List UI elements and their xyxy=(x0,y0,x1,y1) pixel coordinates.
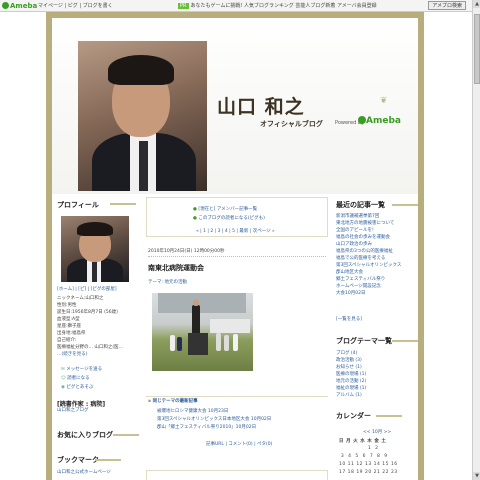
send-message-link[interactable]: ✉ メッセージを送る xyxy=(61,366,102,373)
recent-more-link[interactable]: [一覧を見る] xyxy=(336,316,362,323)
theme-link[interactable]: 政治活動 (3) xyxy=(336,357,362,364)
book-link[interactable]: 山口和之ブログ xyxy=(57,407,89,414)
calendar-weekdays: 日 月 火 水 木 金 土 xyxy=(339,439,387,444)
ameba-logo[interactable]: Ameba xyxy=(2,0,37,11)
vertical-scrollbar[interactable]: ▲ ▼ xyxy=(472,0,480,480)
pig-link[interactable]: ◉ ピグとあそぶ xyxy=(61,384,93,391)
heading-ornament xyxy=(113,432,139,436)
heading-ornament xyxy=(95,457,121,461)
recent-post-link[interactable]: 第3回スペシャルオリンピックス xyxy=(336,262,401,269)
calendar-week[interactable]: 1 2 xyxy=(339,446,379,451)
recent-post-link[interactable]: 全国のアピールを! xyxy=(336,227,374,234)
theme-link[interactable]: お知らせ (1) xyxy=(336,364,362,371)
divider xyxy=(148,256,326,257)
ameba-top-bar: Ameba マイページ | ピグ | ブログを書く PR あなたもゲームに挑戦! … xyxy=(0,0,472,12)
heading-ornament xyxy=(392,338,418,342)
calendar-heading: カレンダー xyxy=(336,412,371,420)
post-title[interactable]: 南東北病院運動会 xyxy=(148,263,204,273)
header-ornament-icon: ❦ xyxy=(380,96,388,106)
calendar-week[interactable]: 3 4 5 6 7 8 9 xyxy=(339,454,388,459)
recent-post-link[interactable]: 郷土フェスティバル祭り xyxy=(336,276,385,283)
pig-icon: ◉ xyxy=(61,385,65,390)
header-portrait-photo xyxy=(78,41,207,191)
reader-icon: ● xyxy=(193,216,197,221)
blog-search-button[interactable]: アメブロ検索 xyxy=(428,1,466,10)
profile-line: 星座:獅子座 xyxy=(57,324,82,329)
recent-posts-heading: 最近の記事一覧 xyxy=(336,201,385,209)
profile-links[interactable]: [ホーム] | [ピ] | [ピグの部屋] xyxy=(57,286,117,293)
related-post-link[interactable]: 被爆地ヒロシマ健康大会 10月23日 xyxy=(157,408,228,415)
post-date: 2010年10月24日(日) 12時00分00秒 xyxy=(148,249,225,254)
next-post-box xyxy=(146,470,328,480)
profile-line: 血液型:A型 xyxy=(57,317,80,322)
bookmark-link[interactable]: 山口和之公式ホームページ xyxy=(57,469,111,476)
recent-post-link[interactable]: 大会10月02日 xyxy=(336,290,365,297)
blog-subtitle: オフィシャルブログ xyxy=(260,120,323,128)
heading-ornament xyxy=(392,202,418,206)
post-footer-links[interactable]: 記事URL | コメント(0) | ペタ(0) xyxy=(206,441,272,448)
promo-badge: PR xyxy=(178,3,189,9)
recent-post-link[interactable]: 福島で公的医療を考える xyxy=(336,255,385,262)
theme-link[interactable]: 地元の活動 (2) xyxy=(336,378,366,385)
recent-post-link[interactable]: 東北地方の地震被害について xyxy=(336,220,394,227)
profile-photo[interactable] xyxy=(61,216,129,282)
profile-line: 自己紹介: xyxy=(57,338,77,343)
heading-ornament xyxy=(110,201,136,205)
calendar-week[interactable]: 10 11 12 13 14 15 16 xyxy=(339,462,398,467)
related-post-link[interactable]: 郡山「郷土フェスティバル祭り2010」10月02日 xyxy=(157,424,256,431)
heading-ornament xyxy=(376,413,402,417)
calendar-week[interactable]: 17 18 19 20 21 22 23 xyxy=(339,470,398,475)
ameba-logo-icon xyxy=(2,2,9,9)
become-reader-link[interactable]: ☺ 読者になる xyxy=(61,375,90,382)
globe-icon: ● xyxy=(193,207,197,212)
profile-line: 医療福祉分野の… 山口和之(医… xyxy=(57,345,124,350)
recent-post-link[interactable]: ホームページ開設記念 xyxy=(336,283,381,290)
mail-icon: ✉ xyxy=(61,367,65,372)
ameba-header-logo[interactable]: Ameba xyxy=(358,116,401,126)
list-icon: ▪ xyxy=(148,399,152,404)
profile-heading: プロフィール xyxy=(57,201,99,209)
related-post-link[interactable]: 第3回スペシャルオリンピックス日本地区大会 10月02日 xyxy=(157,416,271,423)
reader-icon: ☺ xyxy=(61,376,66,381)
amember-list-link[interactable]: ● [現在と] アメンバー記事一覧 xyxy=(193,206,257,213)
scroll-up-arrow-icon[interactable]: ▲ xyxy=(473,0,480,8)
post-photo[interactable] xyxy=(152,293,253,371)
theme-link[interactable]: 福祉の現場 (1) xyxy=(336,385,366,392)
theme-link[interactable]: ブログ (4) xyxy=(336,350,357,357)
profile-line: 誕生日:1956年8月7日 (56歳) xyxy=(57,310,118,315)
theme-link[interactable]: アルバム (1) xyxy=(336,392,362,399)
blog-themes-heading: ブログテーマ一覧 xyxy=(336,337,392,345)
recent-post-link[interactable]: 山口ア政治の歩み xyxy=(336,241,372,248)
scrollbar-thumb[interactable] xyxy=(474,14,480,84)
top-nav-links[interactable]: マイページ | ピグ | ブログを書く xyxy=(38,0,113,11)
profile-line: ニックネーム:山口和之 xyxy=(57,296,104,301)
theme-link[interactable]: 医療の現場 (1) xyxy=(336,371,366,378)
related-heading: ▪ 同じテーマの最新記事 xyxy=(148,399,198,404)
favorite-blogs-heading: お気に入りブログ xyxy=(57,431,113,439)
ameba-logo-icon xyxy=(358,116,366,124)
reader-register-link[interactable]: ● このブログの読者になる(ピグも) xyxy=(193,215,265,222)
blog-owner-name[interactable]: 山口 和之 xyxy=(217,92,305,119)
recent-post-link[interactable]: 新潟市議補選挙第7回 xyxy=(336,213,379,220)
bookmark-heading: ブックマーク xyxy=(57,456,99,464)
profile-line: 出身地:福島県 xyxy=(57,331,86,336)
profile-line: 性別:男性 xyxy=(57,303,77,308)
pager[interactable]: « | 1 | 2 | 3 | 4 | 5 | 最新 | 次ページ » xyxy=(196,228,275,235)
scroll-down-arrow-icon[interactable]: ▼ xyxy=(473,472,480,480)
post-theme[interactable]: テーマ: 地元の活動 xyxy=(148,279,187,286)
recent-post-link[interactable]: 郡山地区大会 xyxy=(336,269,363,276)
recent-post-link[interactable]: 福島の社会の歩みを運動会 xyxy=(336,234,390,241)
profile-more-link[interactable]: …(続きを見る) xyxy=(57,351,88,358)
promo-area[interactable]: PR あなたもゲームに挑戦! 人気ブログランキング 芸能人ブログ新着 アメーバ会員… xyxy=(178,0,377,11)
calendar-month-nav[interactable]: << 10月 >> xyxy=(363,429,391,436)
recent-post-link[interactable]: 福島県の3つの公的医療福祉 xyxy=(336,248,393,255)
